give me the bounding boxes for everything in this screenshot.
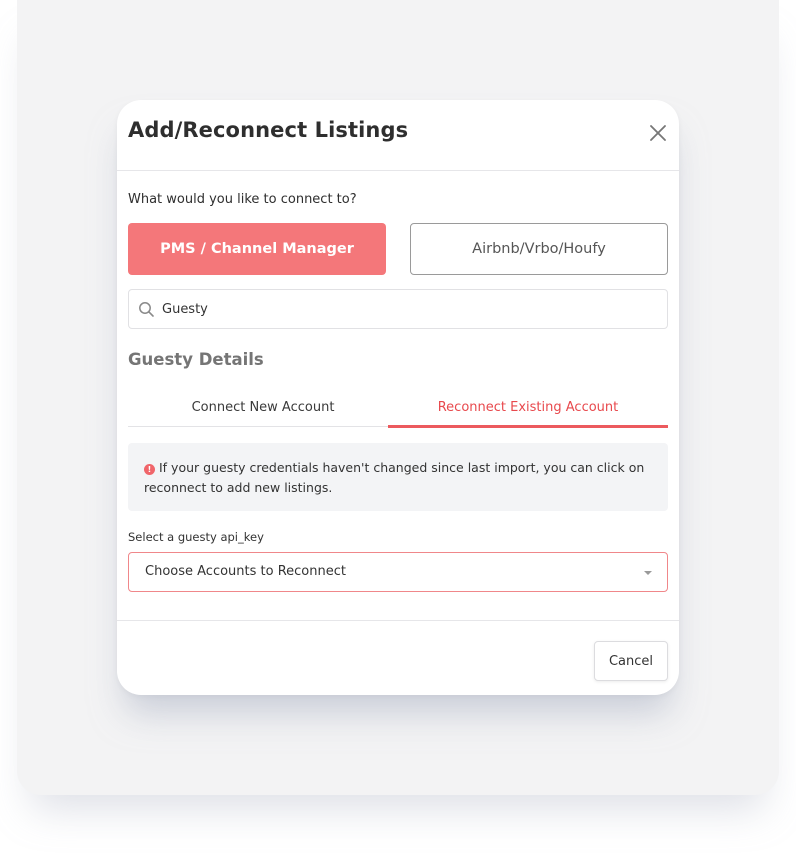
- info-icon: !: [144, 464, 155, 475]
- modal-title: Add/Reconnect Listings: [128, 118, 409, 142]
- pms-channel-manager-button[interactable]: PMS / Channel Manager: [128, 223, 386, 275]
- select-value: Choose Accounts to Reconnect: [145, 564, 346, 579]
- api-key-select[interactable]: Choose Accounts to Reconnect: [128, 552, 668, 592]
- select-api-key-label: Select a guesty api_key: [128, 530, 264, 544]
- connect-question: What would you like to connect to?: [128, 192, 357, 207]
- info-text: If your guesty credentials haven't chang…: [144, 460, 645, 495]
- add-reconnect-modal: Add/Reconnect Listings What would you li…: [117, 100, 679, 695]
- search-icon: [139, 302, 154, 317]
- details-title: Guesty Details: [128, 350, 264, 369]
- close-icon: [650, 125, 666, 141]
- search-field: [128, 289, 668, 329]
- tab-connect-new-account[interactable]: Connect New Account: [128, 388, 398, 426]
- account-tabs: Connect New Account Reconnect Existing A…: [128, 388, 668, 428]
- header-divider: [117, 170, 679, 171]
- tab-reconnect-existing-account[interactable]: Reconnect Existing Account: [388, 388, 668, 426]
- cancel-button[interactable]: Cancel: [594, 641, 668, 681]
- active-tab-indicator: [388, 425, 668, 428]
- close-button[interactable]: [647, 122, 669, 144]
- airbnb-vrbo-houfy-button[interactable]: Airbnb/Vrbo/Houfy: [410, 223, 668, 275]
- caret-down-icon: [644, 571, 652, 575]
- footer-divider: [117, 620, 679, 621]
- search-input[interactable]: [162, 290, 652, 328]
- info-message: ! If your guesty credentials haven't chan…: [128, 443, 668, 511]
